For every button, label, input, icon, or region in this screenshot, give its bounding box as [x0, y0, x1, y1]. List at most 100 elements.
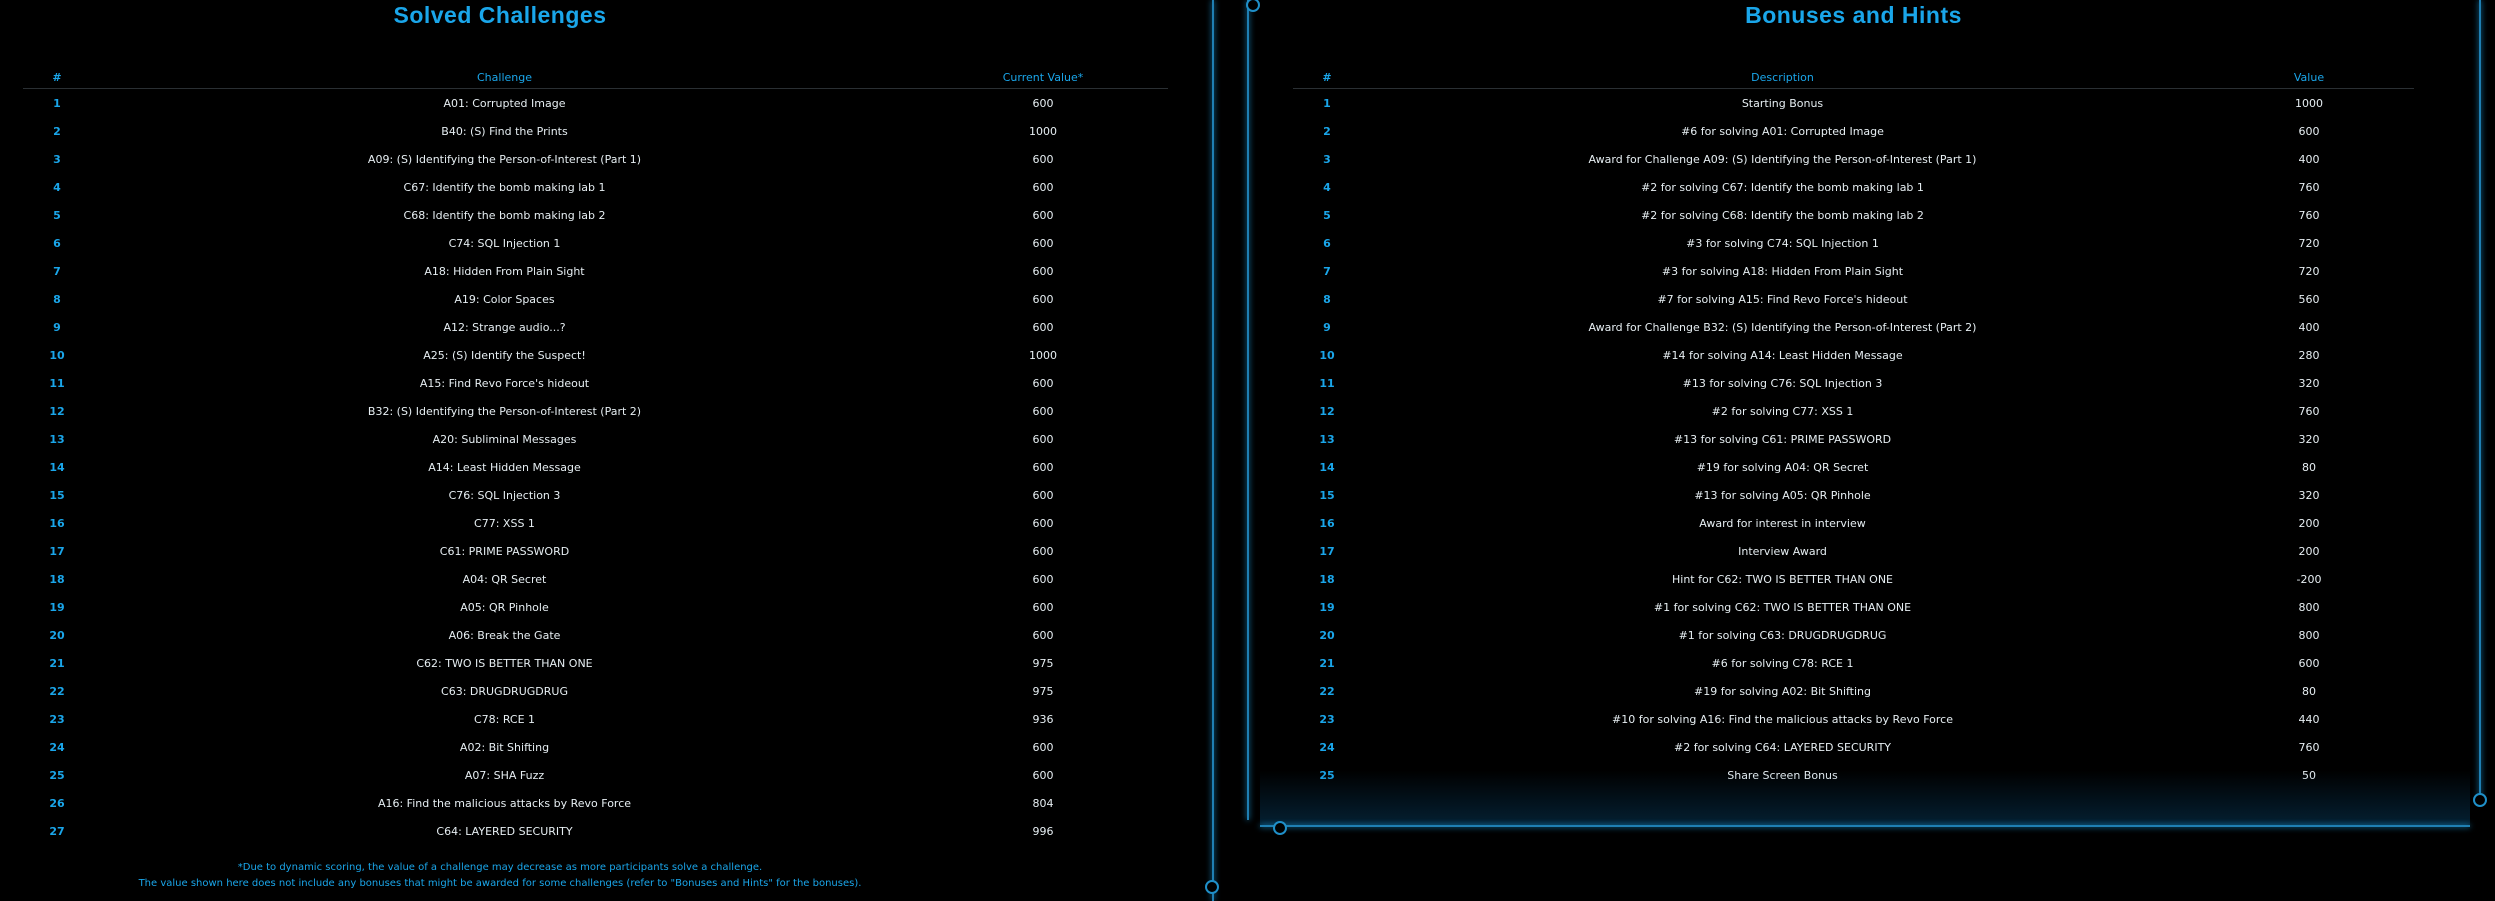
table-row: 9 A12: Strange audio...? 600: [23, 313, 1168, 341]
row-number: 18: [49, 572, 65, 586]
row-number: 4: [53, 180, 61, 194]
bonus-description: #2 for solving C67: Identify the bomb ma…: [1641, 180, 1924, 194]
challenge-name: C74: SQL Injection 1: [448, 236, 561, 250]
bonus-description: #1 for solving C63: DRUGDRUGDRUG: [1678, 628, 1887, 642]
row-number: 25: [49, 768, 65, 782]
row-value: 1000: [2295, 96, 2323, 110]
row-number: 21: [1319, 656, 1335, 670]
table-row: 22 C63: DRUGDRUGDRUG 975: [23, 677, 1168, 705]
bonus-description: #2 for solving C77: XSS 1: [1711, 404, 1854, 418]
solved-challenges-title: Solved Challenges: [393, 2, 607, 28]
challenge-name: A02: Bit Shifting: [459, 740, 550, 754]
bonus-description: #2 for solving C68: Identify the bomb ma…: [1641, 208, 1924, 222]
row-value: 800: [2298, 600, 2320, 614]
row-value: 320: [2298, 488, 2320, 502]
row-value: 975: [1032, 684, 1054, 698]
row-value: 600: [1032, 376, 1054, 390]
row-value: 320: [2298, 432, 2320, 446]
row-value: 280: [2298, 348, 2320, 362]
table-row: 12 B32: (S) Identifying the Person-of-Int…: [23, 397, 1168, 425]
row-number: 16: [49, 516, 65, 530]
row-number: 6: [53, 236, 61, 250]
challenge-name: C68: Identify the bomb making lab 2: [403, 208, 606, 222]
bonus-description: #2 for solving C64: LAYERED SECURITY: [1673, 740, 1892, 754]
row-value: 1000: [1029, 124, 1057, 138]
row-value: 600: [1032, 152, 1054, 166]
row-number: 27: [49, 824, 65, 838]
bonus-description: Award for Challenge A09: (S) Identifying…: [1588, 152, 1977, 166]
table-row: 9 Award for Challenge B32: (S) Identifyin…: [1293, 313, 2414, 341]
frame-bottom-border: [1260, 825, 2470, 827]
column-header-current-value: Current Value*: [918, 66, 1168, 89]
challenge-name: A05: QR Pinhole: [460, 600, 549, 614]
row-number: 8: [1323, 292, 1331, 306]
solved-challenges-table: # Challenge Current Value* 1 A01: Corrupt…: [23, 66, 1168, 845]
table-row: 11 #13 for solving C76: SQL Injection 3 32…: [1293, 369, 2414, 397]
challenge-name: A04: QR Secret: [462, 572, 547, 586]
row-number: 24: [49, 740, 65, 754]
row-value: 760: [2298, 180, 2320, 194]
challenge-name: A16: Find the malicious attacks by Revo …: [377, 796, 632, 810]
challenge-name: A14: Least Hidden Message: [428, 460, 581, 474]
row-value: 600: [1032, 292, 1054, 306]
row-value: 760: [2298, 740, 2320, 754]
row-value: 600: [1032, 404, 1054, 418]
row-number: 20: [1319, 628, 1335, 642]
table-row: 21 C62: TWO IS BETTER THAN ONE 975: [23, 649, 1168, 677]
table-row: 25 A07: SHA Fuzz 600: [23, 761, 1168, 789]
bonus-description: Starting Bonus: [1741, 96, 1824, 110]
table-row: 2 B40: (S) Find the Prints 1000: [23, 117, 1168, 145]
column-header-num: #: [23, 66, 91, 89]
row-value: 320: [2298, 376, 2320, 390]
table-row: 8 #7 for solving A15: Find Revo Force's h…: [1293, 285, 2414, 313]
bonus-description: #6 for solving C78: RCE 1: [1711, 656, 1854, 670]
table-row: 1 A01: Corrupted Image 600: [23, 89, 1168, 118]
row-number: 11: [49, 376, 65, 390]
dynamic-scoring-footnote: *Due to dynamic scoring, the value of a …: [237, 862, 763, 873]
table-row: 24 #2 for solving C64: LAYERED SECURITY 76…: [1293, 733, 2414, 761]
column-header-num: #: [1293, 66, 1361, 89]
row-value: 600: [1032, 516, 1054, 530]
row-value: 800: [2298, 628, 2320, 642]
row-value: 400: [2298, 152, 2320, 166]
row-number: 23: [1319, 712, 1335, 726]
row-number: 24: [1319, 740, 1335, 754]
row-value: 760: [2298, 404, 2320, 418]
row-number: 19: [49, 600, 65, 614]
table-row: 6 C74: SQL Injection 1 600: [23, 229, 1168, 257]
table-row: 11 A15: Find Revo Force's hideout 600: [23, 369, 1168, 397]
table-header-row: # Description Value: [1293, 66, 2414, 89]
challenge-name: A09: (S) Identifying the Person-of-Inter…: [367, 152, 642, 166]
challenge-name: A07: SHA Fuzz: [464, 768, 545, 782]
row-value: 200: [2298, 544, 2320, 558]
row-number: 15: [1319, 488, 1335, 502]
row-value: 600: [2298, 124, 2320, 138]
row-number: 26: [49, 796, 65, 810]
row-value: 600: [1032, 572, 1054, 586]
frame-glow: [1260, 770, 2470, 825]
row-value: 1000: [1029, 348, 1057, 362]
table-row: 15 C76: SQL Injection 3 600: [23, 481, 1168, 509]
frame-corner-knob: [1273, 821, 1287, 835]
row-number: 11: [1319, 376, 1335, 390]
row-value: 760: [2298, 208, 2320, 222]
row-number: 9: [1323, 320, 1331, 334]
table-row: 19 A05: QR Pinhole 600: [23, 593, 1168, 621]
bonus-description: #19 for solving A02: Bit Shifting: [1693, 684, 1871, 698]
row-value: 600: [1032, 208, 1054, 222]
bonus-description: #14 for solving A14: Least Hidden Messag…: [1662, 348, 1903, 362]
table-row: 20 #1 for solving C63: DRUGDRUGDRUG 800: [1293, 621, 2414, 649]
table-row: 2 #6 for solving A01: Corrupted Image 600: [1293, 117, 2414, 145]
frame-right-border: [2479, 0, 2481, 798]
table-row: 5 C68: Identify the bomb making lab 2 600: [23, 201, 1168, 229]
row-number: 5: [1323, 208, 1331, 222]
table-row: 17 C61: PRIME PASSWORD 600: [23, 537, 1168, 565]
row-number: 7: [1323, 264, 1331, 278]
row-number: 1: [53, 96, 61, 110]
challenge-name: C64: LAYERED SECURITY: [436, 824, 573, 838]
table-row: 24 A02: Bit Shifting 600: [23, 733, 1168, 761]
bonus-description: #3 for solving A18: Hidden From Plain Si…: [1661, 264, 1904, 278]
bonus-description: #1 for solving C62: TWO IS BETTER THAN O…: [1653, 600, 1912, 614]
row-number: 16: [1319, 516, 1335, 530]
row-value: 600: [1032, 488, 1054, 502]
